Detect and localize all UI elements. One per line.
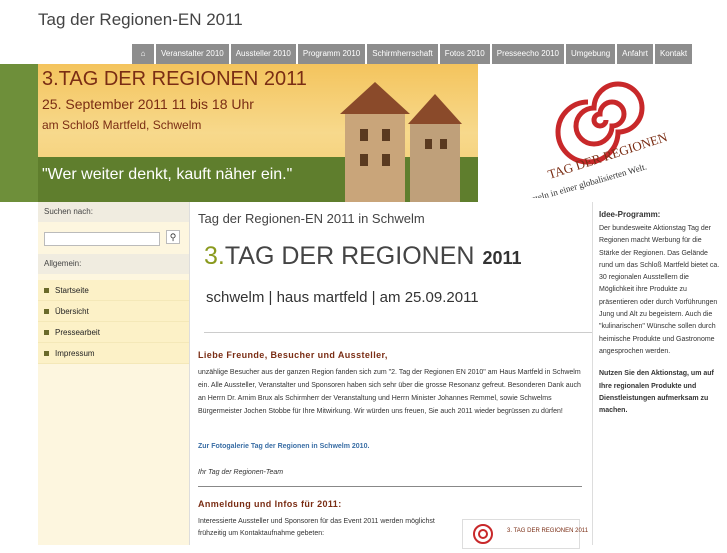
search-heading: Suchen nach:: [38, 202, 189, 222]
banner-logo-panel: TAG DER REGIONEN ... wurzeln in einer gl…: [478, 64, 727, 202]
event-logo: 3.TAG DER REGIONEN 2011 schwelm | haus ma…: [204, 242, 592, 333]
search-input[interactable]: [44, 231, 160, 246]
idee-text: Der bundesweite Aktionstag Tag der Regio…: [599, 225, 720, 355]
general-heading: Allgemein:: [38, 254, 189, 274]
section-heading-anmeldung: Anmeldung und Infos für 2011:: [198, 499, 342, 509]
banner-date: 25. September 2011 11 bis 18 Uhr: [42, 96, 254, 112]
nav-anfahrt[interactable]: Anfahrt: [617, 44, 653, 64]
page-title: Tag der Regionen-EN 2011 in Schwelm: [198, 211, 425, 226]
intro-text: unzählige Besucher aus der ganzen Region…: [198, 369, 581, 415]
bullet-icon: [44, 351, 49, 357]
intro-heading: Liebe Freunde, Besucher und Aussteller,: [198, 350, 388, 360]
banner-place: am Schloß Martfeld, Schwelm: [42, 118, 202, 132]
event-logo-rule: [204, 332, 592, 333]
nav-umgebung[interactable]: Umgebung: [566, 44, 616, 64]
event-logo-title: 3.TAG DER REGIONEN 2011: [204, 242, 522, 270]
gallery-link[interactable]: Zur Fotogalerie Tag der Regionen in Schw…: [198, 443, 369, 450]
home-icon: ⌂: [140, 49, 146, 58]
search-button[interactable]: ⚲: [166, 230, 180, 244]
nav-programm[interactable]: Programm 2010: [297, 44, 366, 64]
section-text-anmeldung: Interessierte Aussteller und Sponsoren f…: [198, 518, 435, 537]
banner-slogan: "Wer weiter denkt, kauft näher ein.": [42, 166, 293, 183]
idee-heading: Idee-Programm:: [599, 210, 661, 219]
bullet-icon: [44, 330, 49, 336]
nav-kontakt[interactable]: Kontakt: [654, 44, 693, 64]
sidebar-item-startseite[interactable]: Startseite: [38, 280, 189, 301]
main-content: Tag der Regionen-EN 2011 in Schwelm 3.TA…: [190, 202, 592, 549]
bullet-icon: [44, 288, 49, 294]
right-sidebar: Idee-Programm: Der bundesweite Aktionsta…: [592, 202, 727, 545]
main-nav: ⌂ Veranstalter 2010 Aussteller 2010 Prog…: [132, 44, 727, 64]
sidebar: Suchen nach: ⚲ Allgemein: Startseite Übe…: [38, 202, 190, 545]
sidebar-item-pressearbeit[interactable]: Pressearbeit: [38, 322, 189, 343]
banner-strip: [0, 64, 38, 202]
search-row: ⚲: [38, 222, 189, 254]
search-icon: ⚲: [169, 232, 177, 242]
banner-title: 3.TAG DER REGIONEN 2011: [42, 68, 307, 90]
nav-schirmherrschaft[interactable]: Schirmherrschaft: [367, 44, 438, 64]
idee-bold-text: Nutzen Sie den Aktionstag, um auf Ihre r…: [599, 370, 714, 415]
bullet-icon: [44, 309, 49, 315]
site-title: Tag der Regionen-EN 2011: [38, 10, 243, 29]
nav-aussteller[interactable]: Aussteller 2010: [230, 44, 296, 64]
nav-fotos[interactable]: Fotos 2010: [439, 44, 490, 64]
nav-presseecho[interactable]: Presseecho 2010: [491, 44, 564, 64]
nav-home[interactable]: ⌂: [132, 44, 154, 64]
tag-der-regionen-logo: TAG DER REGIONEN ... wurzeln in einer gl…: [511, 81, 670, 198]
divider: [198, 486, 582, 487]
event-logo-subtitle: schwelm | haus martfeld | am 25.09.2011: [206, 289, 479, 306]
header-banner: 3.TAG DER REGIONEN 2011 25. September 20…: [0, 64, 727, 202]
signature: Ihr Tag der Regionen-Team: [198, 469, 284, 476]
nav-veranstalter[interactable]: Veranstalter 2010: [156, 44, 229, 64]
sidebar-item-uebersicht[interactable]: Übersicht: [38, 301, 189, 322]
thumb-text: 3. TAG DER REGIONEN 2011: [507, 528, 589, 534]
castle-image: [340, 82, 462, 202]
sidebar-item-impressum[interactable]: Impressum: [38, 343, 189, 364]
thumb-logo-icon: [473, 524, 493, 544]
